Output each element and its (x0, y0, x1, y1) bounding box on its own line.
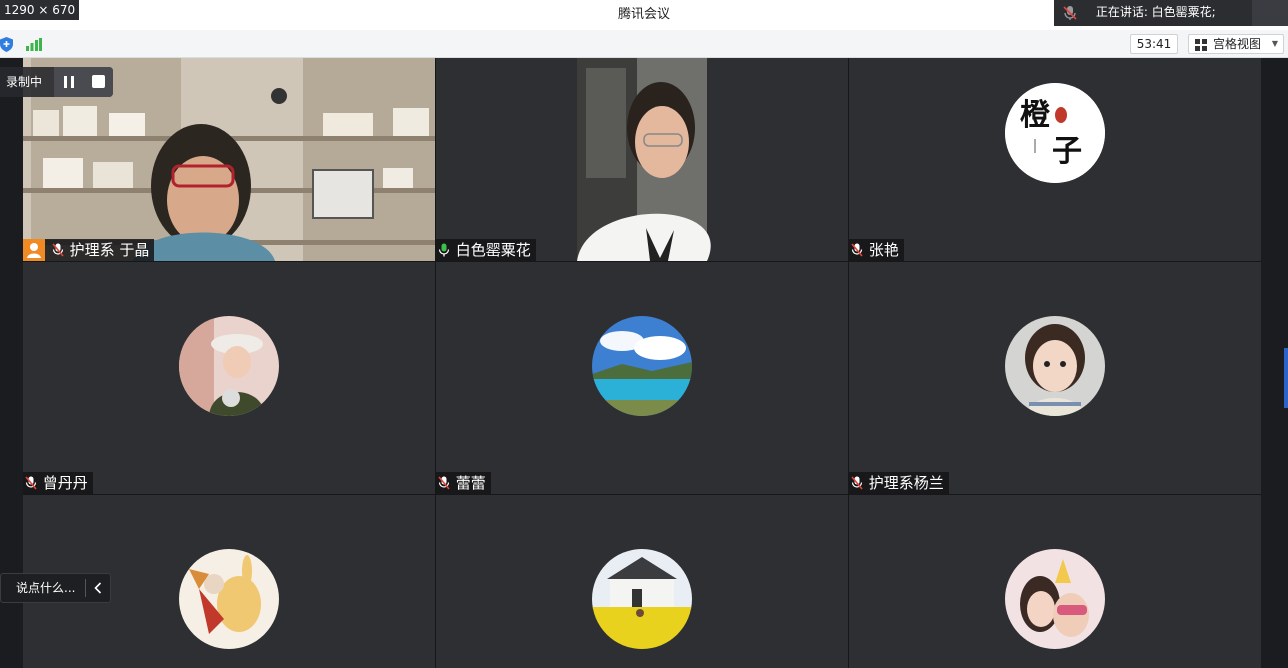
participant-tile[interactable] (436, 495, 848, 668)
participant-name-tag: 白色罂粟花 (436, 239, 536, 261)
chat-divider (85, 579, 86, 597)
signal-strength-icon[interactable] (26, 38, 42, 51)
speaking-indicator: 正在讲话: 白色罂粟花; (1054, 0, 1288, 26)
participant-avatar: 橙 子 (1005, 83, 1105, 183)
participant-avatar (179, 549, 279, 649)
participant-avatar (1005, 316, 1105, 416)
participant-name: 护理系 于晶 (69, 241, 150, 259)
participant-tile-active-speaker[interactable]: 白色罂粟花 (436, 58, 848, 261)
shield-icon[interactable] (0, 37, 13, 52)
participant-name: 曾丹丹 (42, 474, 88, 492)
chat-input[interactable]: 说点什么... (0, 573, 111, 603)
participant-name: 蕾蕾 (455, 474, 486, 492)
stop-icon[interactable] (92, 75, 105, 88)
participant-tile[interactable]: 橙 子 张艳 (849, 58, 1261, 261)
participant-name-tag: 蕾蕾 (436, 472, 491, 494)
participant-name-tag: 护理系杨兰 (849, 472, 949, 494)
mic-muted-icon (25, 476, 37, 490)
participant-tile[interactable]: 曾丹丹 (23, 262, 435, 494)
host-icon (23, 239, 45, 261)
participant-name-tag: 张艳 (849, 239, 904, 261)
mic-muted-icon (1063, 5, 1077, 20)
title-bar-controls[interactable] (1252, 0, 1288, 26)
meeting-timer: 53:41 (1130, 34, 1178, 54)
meeting-window: 腾讯会议 1290 × 670 正在讲话: 白色罂粟花; 53:41 宫格视图 … (0, 0, 1288, 668)
participant-avatar (1005, 549, 1105, 649)
participant-video (436, 58, 848, 261)
participant-tile[interactable]: 蕾蕾 (436, 262, 848, 494)
mic-muted-icon (52, 243, 64, 257)
recording-label: 录制中 (6, 75, 43, 89)
participant-tile[interactable] (849, 495, 1261, 668)
participant-name: 白色罂粟花 (455, 241, 531, 259)
participant-avatar (592, 316, 692, 416)
grid-view-icon (1195, 39, 1207, 51)
speaking-label: 正在讲话: 白色罂粟花; (1095, 5, 1216, 19)
video-grid: 护理系 于晶 白色罂粟花 橙 子 张艳 曾丹丹 蕾蕾 护理系杨兰 (23, 58, 1261, 668)
mic-muted-icon (851, 476, 863, 490)
chevron-left-icon[interactable] (94, 582, 102, 594)
svg-text:子: 子 (1052, 134, 1082, 169)
dimensions-badge: 1290 × 670 (0, 0, 80, 20)
mic-muted-icon (851, 243, 863, 257)
pause-icon[interactable] (62, 76, 76, 88)
participant-name-tag: 曾丹丹 (23, 472, 93, 494)
view-mode-button[interactable]: 宫格视图 ▼ (1188, 34, 1284, 54)
participant-avatar (179, 316, 279, 416)
svg-text:橙: 橙 (1020, 98, 1051, 133)
participant-tile[interactable]: 护理系杨兰 (849, 262, 1261, 494)
participant-avatar (592, 549, 692, 649)
side-panel-handle[interactable] (1284, 348, 1288, 408)
caret-down-icon: ▼ (1271, 39, 1278, 48)
participant-name: 护理系杨兰 (868, 474, 944, 492)
mic-on-icon (438, 243, 450, 257)
participant-name-tag: 护理系 于晶 (23, 239, 155, 261)
title-bar: 腾讯会议 1290 × 670 正在讲话: 白色罂粟花; (0, 0, 1288, 30)
toolbar: 53:41 宫格视图 ▼ (0, 30, 1288, 58)
view-mode-label: 宫格视图 (1213, 37, 1262, 51)
chat-placeholder: 说点什么... (16, 581, 76, 595)
recording-indicator: 录制中 (0, 67, 113, 97)
participant-name: 张艳 (868, 241, 899, 259)
mic-muted-icon (438, 476, 450, 490)
